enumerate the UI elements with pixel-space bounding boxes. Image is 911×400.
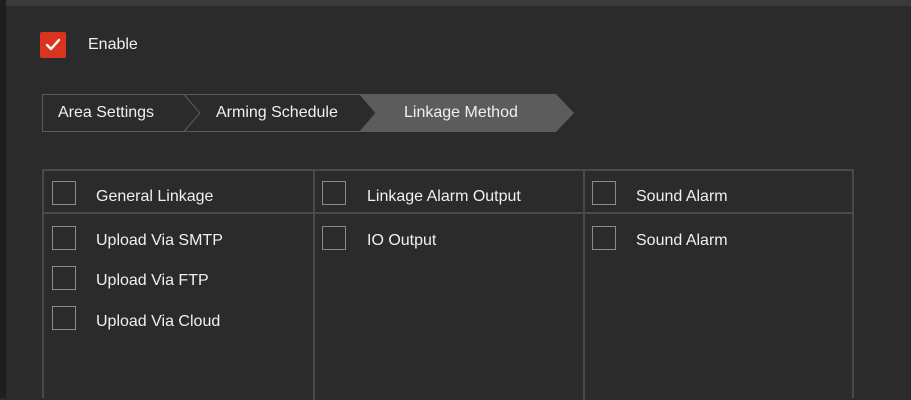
sound-alarm-checkbox[interactable] — [592, 226, 616, 250]
tab-area-settings[interactable]: Area Settings — [58, 94, 154, 132]
io-output-label: IO Output — [367, 232, 437, 249]
tab-arming-schedule[interactable]: Arming Schedule — [216, 94, 338, 132]
enable-label: Enable — [88, 36, 138, 53]
header-divider — [44, 212, 852, 214]
upload-cloud-checkbox[interactable] — [52, 306, 76, 330]
step-tabs: Area Settings Arming Schedule Linkage Me… — [42, 94, 574, 132]
enable-checkbox[interactable] — [40, 32, 66, 58]
enable-toggle[interactable]: Enable — [40, 32, 138, 58]
checkmark-icon — [45, 38, 61, 51]
general-linkage-checkbox[interactable] — [52, 181, 76, 205]
upload-smtp-checkbox[interactable] — [52, 226, 76, 250]
linkage-alarm-output-checkbox[interactable] — [322, 181, 346, 205]
general-linkage-label: General Linkage — [96, 188, 214, 205]
upload-smtp-label: Upload Via SMTP — [96, 232, 223, 249]
sound-alarm-header-checkbox[interactable] — [592, 181, 616, 205]
column-divider — [583, 171, 585, 400]
sound-alarm-header-label: Sound Alarm — [636, 188, 728, 205]
upload-cloud-label: Upload Via Cloud — [96, 313, 221, 330]
linkage-table: General Linkage Linkage Alarm Output Sou… — [42, 169, 854, 400]
left-edge-strip — [0, 0, 6, 398]
upload-ftp-label: Upload Via FTP — [96, 272, 209, 289]
tab-linkage-method[interactable]: Linkage Method — [404, 94, 518, 132]
column-divider — [313, 171, 315, 400]
sound-alarm-label: Sound Alarm — [636, 232, 728, 249]
linkage-alarm-output-label: Linkage Alarm Output — [367, 188, 521, 205]
io-output-checkbox[interactable] — [322, 226, 346, 250]
upload-ftp-checkbox[interactable] — [52, 266, 76, 290]
